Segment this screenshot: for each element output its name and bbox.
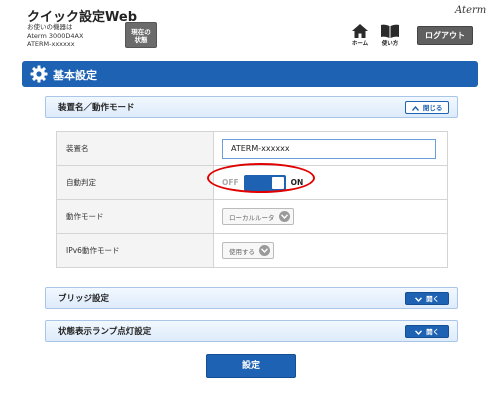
home-button[interactable]: ホーム [349,24,371,47]
device-name: ATERM-xxxxxx [27,40,75,48]
panel-lamp-title: 状態表示ランプ点灯設定 [58,327,152,337]
ipv6-mode-cell: 使用する [213,233,448,268]
book-icon [379,24,401,38]
logout-button[interactable]: ログアウト [417,26,473,45]
chevron-down-icon [414,328,426,336]
table-row: IPv6動作モード 使用する [56,233,448,268]
auto-detect-cell: OFF ON [213,165,448,200]
ipv6-mode-label: IPv6動作モード [56,233,214,268]
toggle-knob [271,176,284,189]
device-info-label: お使いの機器は [27,23,73,31]
panel-bridge-title: ブリッジ設定 [58,294,110,304]
table-row: 装置名 ATERM-xxxxxx [56,131,448,166]
operation-mode-select[interactable]: ローカルルータ [222,208,294,225]
ipv6-mode-value: 使用する [229,247,255,256]
device-model: Aterm 3000D4AX [27,31,84,40]
table-row: 自動判定 OFF ON [56,165,448,200]
toggle-track[interactable] [243,174,286,191]
expand-label: 開く [426,328,440,336]
device-info: お使いの機器は Aterm 3000D4AX ATERM-xxxxxx [27,23,83,49]
home-label: ホーム [351,41,369,47]
toggle-off-label: OFF [222,178,239,187]
section-title: 基本設定 [53,69,97,82]
brand-logo: Aterm [455,5,487,16]
operation-mode-label: 動作モード [56,199,214,234]
device-name-input[interactable]: ATERM-xxxxxx [222,138,436,159]
help-label: 使い方 [381,41,399,47]
section-header: 基本設定 [22,61,478,87]
panel-lamp-header[interactable]: 状態表示ランプ点灯設定 開く [45,320,458,342]
chevron-down-icon [414,295,426,303]
gear-icon [30,65,48,87]
operation-mode-value: ローカルルータ [229,213,275,222]
chevron-up-icon [411,104,423,112]
operation-mode-cell: ローカルルータ [213,199,448,234]
panel-bridge-header[interactable]: ブリッジ設定 開く [45,287,458,309]
table-row: 動作モード ローカルルータ [56,199,448,234]
expand-button[interactable]: 開く [405,292,449,305]
expand-button[interactable]: 開く [405,325,449,338]
device-name-cell: ATERM-xxxxxx [213,131,448,166]
ipv6-mode-select[interactable]: 使用する [222,242,274,259]
panel-device-mode-header[interactable]: 装置名／動作モード 閉じる [45,96,458,118]
panel-device-mode-title: 装置名／動作モード [58,103,135,113]
home-icon [349,24,371,38]
collapse-button[interactable]: 閉じる [405,101,449,114]
device-name-label: 装置名 [56,131,214,166]
apply-settings-button[interactable]: 設定 [206,354,296,378]
expand-label: 開く [426,295,440,303]
settings-table: 装置名 ATERM-xxxxxx 自動判定 OFF ON 動作モード ローカルル… [56,131,448,268]
auto-detect-toggle[interactable]: OFF ON [222,174,304,191]
header: クイック設定Web お使いの機器は Aterm 3000D4AX ATERM-x… [0,0,500,56]
help-button[interactable]: 使い方 [379,24,401,47]
chevron-down-icon [259,245,270,256]
current-status-button[interactable]: 現在の 状態 [125,22,157,48]
auto-detect-label: 自動判定 [56,165,214,200]
chevron-down-icon [278,211,290,222]
collapse-label: 閉じる [422,104,443,112]
toggle-on-label: ON [290,178,304,187]
